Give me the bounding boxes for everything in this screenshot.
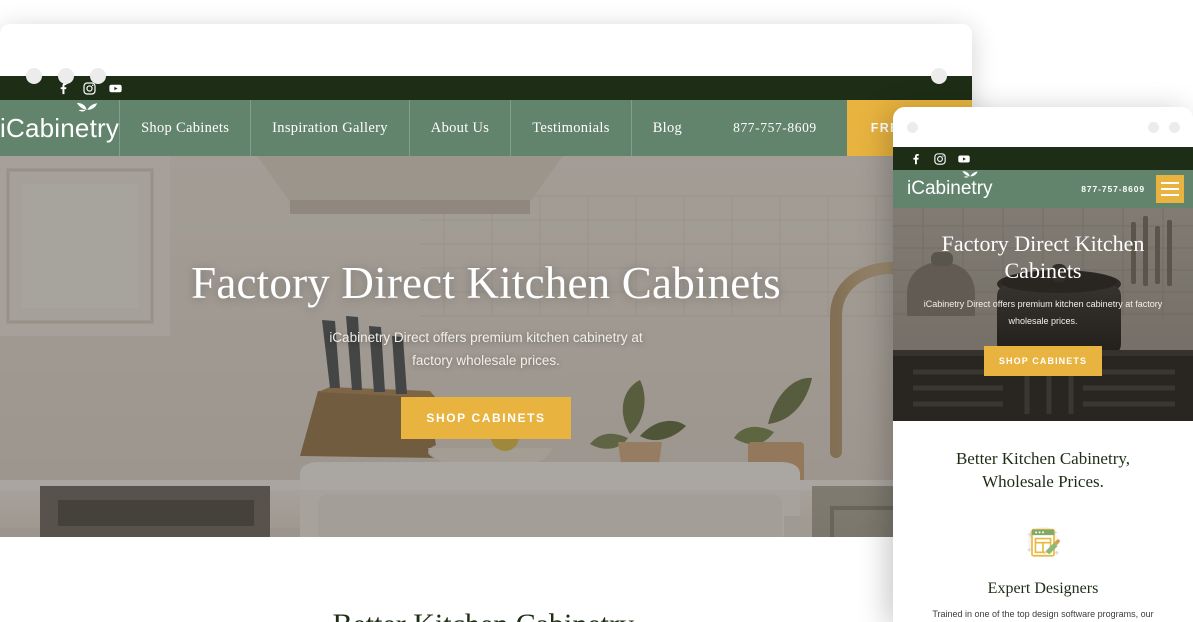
mobile-window-chrome xyxy=(893,107,1193,147)
logo-text: iCabinetry xyxy=(0,112,120,143)
mobile-browser-window: iCabinetry 877-757-8609 Factory Direct K… xyxy=(893,107,1193,622)
mobile-hero-title: Factory Direct Kitchen Cabinets xyxy=(941,231,1145,284)
desktop-window-chrome xyxy=(0,24,972,84)
hero-subtitle: iCabinetry Direct offers premium kitchen… xyxy=(329,329,643,369)
site-logo[interactable]: iCabinetry xyxy=(0,100,119,156)
section-title: Better Kitchen Cabinetry, xyxy=(332,605,639,622)
logo-text: iCabinetry xyxy=(907,178,993,199)
mobile-window-controls[interactable] xyxy=(1148,122,1180,133)
nav-item-about-us[interactable]: About Us xyxy=(408,100,510,156)
nav-label: Inspiration Gallery xyxy=(272,119,388,136)
site-logo[interactable]: iCabinetry xyxy=(907,171,993,200)
nav-item-inspiration-gallery[interactable]: Inspiration Gallery xyxy=(250,100,409,156)
mobile-shop-cabinets-button[interactable]: SHOP CABINETS xyxy=(983,345,1103,376)
design-board-paintbrush-icon xyxy=(1026,527,1060,558)
window-traffic-lights[interactable] xyxy=(26,68,106,84)
nav-label: About Us xyxy=(430,119,490,136)
hero-title: Factory Direct Kitchen Cabinets xyxy=(191,258,781,308)
youtube-icon[interactable] xyxy=(108,81,123,96)
phone-text: 877-757-8609 xyxy=(733,120,817,135)
nav-label: Testimonials xyxy=(532,119,610,136)
mobile-phone-number[interactable]: 877-757-8609 xyxy=(1081,184,1145,194)
hero-shop-cabinets-button[interactable]: SHOP CABINETS xyxy=(401,396,571,439)
desktop-social-topbar xyxy=(0,76,972,100)
mobile-window-back-dot[interactable] xyxy=(907,122,918,133)
nav-label: Shop Cabinets xyxy=(141,119,230,136)
mobile-social-topbar xyxy=(893,147,1193,170)
window-menu-dot[interactable] xyxy=(931,68,947,84)
desktop-browser-window: iCabinetry Shop Cabinets Inspiration Gal… xyxy=(0,24,972,622)
screenshot-stage: iCabinetry Shop Cabinets Inspiration Gal… xyxy=(0,0,1193,622)
leaf-icon xyxy=(76,102,98,112)
instagram-icon[interactable] xyxy=(933,152,947,166)
hamburger-menu-icon[interactable] xyxy=(1156,175,1184,203)
desktop-below-fold-section: Better Kitchen Cabinetry, xyxy=(0,537,972,622)
mobile-section-title: Better Kitchen Cabinetry, Wholesale Pric… xyxy=(955,449,1131,492)
mobile-window-dot-two[interactable] xyxy=(1169,122,1180,133)
desktop-main-nav: iCabinetry Shop Cabinets Inspiration Gal… xyxy=(0,100,972,156)
feature-title: Expert Designers xyxy=(987,580,1099,598)
facebook-icon[interactable] xyxy=(909,152,923,166)
youtube-icon[interactable] xyxy=(957,152,971,166)
mobile-hero-content: Factory Direct Kitchen Cabinets iCabinet… xyxy=(893,208,1193,421)
nav-item-testimonials[interactable]: Testimonials xyxy=(510,100,631,156)
feature-body-text: Trained in one of the top design softwar… xyxy=(932,609,1154,620)
mobile-window-dot-one[interactable] xyxy=(1148,122,1159,133)
window-close-dot[interactable] xyxy=(26,68,42,84)
desktop-hero: Factory Direct Kitchen Cabinets iCabinet… xyxy=(0,156,972,537)
nav-label: Blog xyxy=(652,119,683,136)
nav-item-blog[interactable]: Blog xyxy=(630,100,703,156)
mobile-below-fold-section: Better Kitchen Cabinetry, Wholesale Pric… xyxy=(893,421,1193,622)
mobile-main-nav: iCabinetry 877-757-8609 xyxy=(893,170,1193,208)
mobile-hero-subtitle: iCabinetry Direct offers premium kitchen… xyxy=(923,298,1163,327)
window-minimize-dot[interactable] xyxy=(58,68,74,84)
mobile-hero: Factory Direct Kitchen Cabinets iCabinet… xyxy=(893,208,1193,421)
leaf-icon xyxy=(961,171,978,178)
window-maximize-dot[interactable] xyxy=(90,68,106,84)
hero-content: Factory Direct Kitchen Cabinets iCabinet… xyxy=(0,156,972,537)
nav-phone-number[interactable]: 877-757-8609 xyxy=(703,100,847,156)
nav-item-shop-cabinets[interactable]: Shop Cabinets xyxy=(119,100,250,156)
